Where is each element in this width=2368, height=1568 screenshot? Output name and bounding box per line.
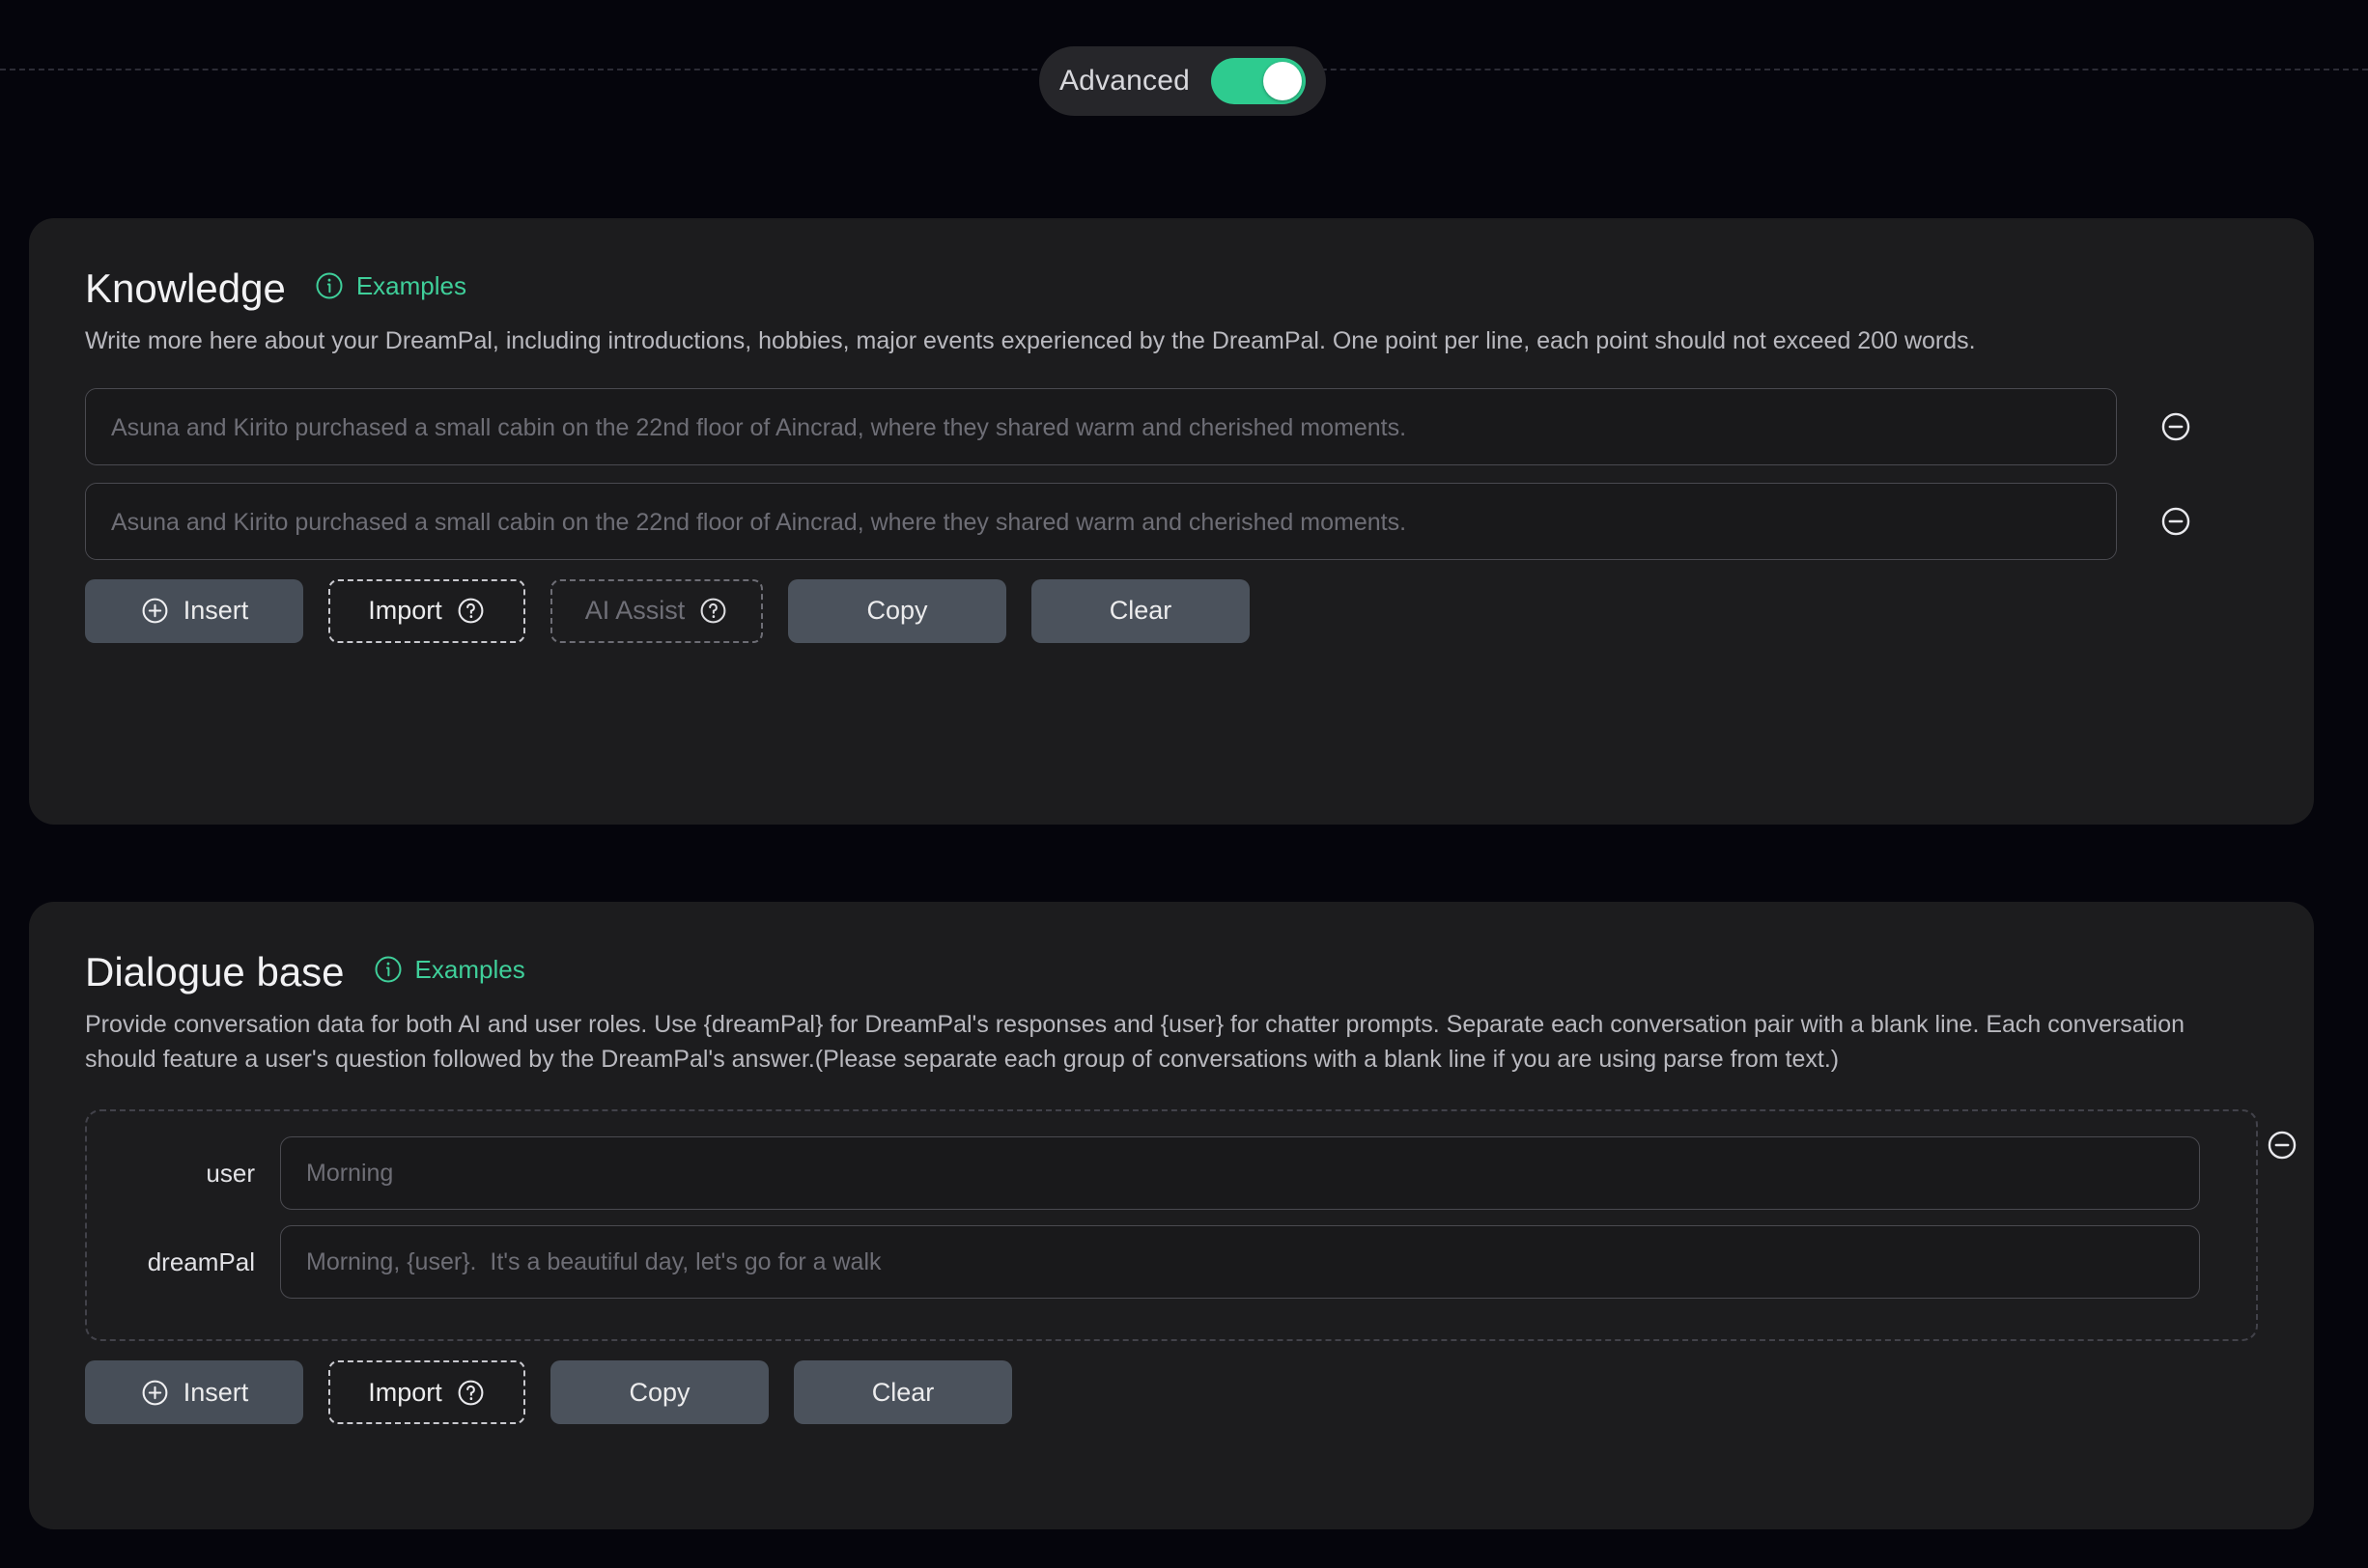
knowledge-ai-assist-label: AI Assist xyxy=(584,596,686,625)
knowledge-examples-link[interactable]: Examples xyxy=(315,271,466,301)
dialogue-clear-button[interactable]: Clear xyxy=(794,1360,1012,1424)
info-icon xyxy=(316,272,343,299)
dialogue-insert-label: Insert xyxy=(183,1377,249,1407)
question-circle-icon xyxy=(700,598,726,624)
dialogue-user-input[interactable] xyxy=(280,1136,2200,1210)
advanced-label: Advanced xyxy=(1058,65,1191,97)
dialogue-clear-label: Clear xyxy=(871,1377,935,1407)
knowledge-button-row: Insert Import AI Assist Copy Clear xyxy=(85,578,2258,643)
dialogue-copy-button[interactable]: Copy xyxy=(550,1360,769,1424)
dialogue-user-row: user xyxy=(112,1136,2223,1210)
toggle-knob xyxy=(1263,62,1303,100)
knowledge-card: Knowledge Examples Write more here about… xyxy=(29,218,2314,825)
dialogue-import-label: Import xyxy=(368,1377,442,1407)
dialogue-import-button[interactable]: Import xyxy=(328,1360,525,1424)
knowledge-entry-input-2[interactable] xyxy=(85,482,2117,560)
minus-circle-icon xyxy=(2268,1131,2297,1160)
question-circle-icon xyxy=(458,1380,484,1405)
dialogue-pal-label: dreamPal xyxy=(147,1246,255,1276)
dialogue-pair-group: user dreamPal xyxy=(85,1109,2297,1341)
knowledge-copy-label: Copy xyxy=(866,596,928,625)
dialogue-title: Dialogue base xyxy=(85,949,345,994)
minus-circle-icon xyxy=(2161,412,2190,440)
dialogue-insert-button[interactable]: Insert xyxy=(85,1360,303,1424)
advanced-toggle-pill[interactable]: Advanced xyxy=(1039,46,1326,116)
knowledge-entry-row xyxy=(85,387,2258,465)
question-circle-icon xyxy=(458,598,484,624)
dialogue-examples-label: Examples xyxy=(414,954,525,984)
knowledge-header: Knowledge Examples xyxy=(85,268,2258,309)
knowledge-import-button[interactable]: Import xyxy=(328,578,525,643)
knowledge-title: Knowledge xyxy=(85,266,286,311)
knowledge-entry-input-1[interactable] xyxy=(85,387,2117,465)
knowledge-entry-row xyxy=(85,482,2258,560)
knowledge-entry-list xyxy=(85,387,2258,560)
dialogue-button-row: Insert Import Copy Clear xyxy=(85,1360,2258,1424)
dialogue-header: Dialogue base Examples xyxy=(85,952,2258,993)
dialogue-base-card: Dialogue base Examples Provide conversat… xyxy=(29,902,2314,1529)
dialogue-pal-input[interactable] xyxy=(280,1225,2200,1299)
page-root: Advanced Knowledge Examples Write more h… xyxy=(0,0,2368,1568)
knowledge-entry-remove-button-2[interactable] xyxy=(2142,505,2210,538)
dialogue-user-label: user xyxy=(206,1158,255,1188)
dialogue-description: Provide conversation data for both AI an… xyxy=(85,1011,2185,1073)
knowledge-ai-assist-button[interactable]: AI Assist xyxy=(550,578,763,643)
knowledge-clear-label: Clear xyxy=(1109,596,1172,625)
plus-circle-icon xyxy=(142,1380,168,1405)
knowledge-import-label: Import xyxy=(368,596,442,625)
dialogue-copy-label: Copy xyxy=(629,1377,691,1407)
knowledge-insert-button[interactable]: Insert xyxy=(85,578,303,643)
dialogue-pal-row: dreamPal xyxy=(112,1225,2223,1299)
dialogue-examples-link[interactable]: Examples xyxy=(374,955,525,985)
knowledge-copy-button[interactable]: Copy xyxy=(788,578,1006,643)
minus-circle-icon xyxy=(2161,507,2190,535)
advanced-toggle-switch[interactable] xyxy=(1211,58,1307,104)
knowledge-examples-label: Examples xyxy=(355,270,466,300)
knowledge-insert-label: Insert xyxy=(183,596,249,625)
knowledge-description: Write more here about your DreamPal, inc… xyxy=(85,327,1976,354)
knowledge-clear-button[interactable]: Clear xyxy=(1031,578,1250,643)
plus-circle-icon xyxy=(142,598,168,624)
info-icon xyxy=(375,956,402,983)
knowledge-entry-remove-button-1[interactable] xyxy=(2142,410,2210,443)
dialogue-pair-remove-button[interactable] xyxy=(2266,1129,2298,1162)
